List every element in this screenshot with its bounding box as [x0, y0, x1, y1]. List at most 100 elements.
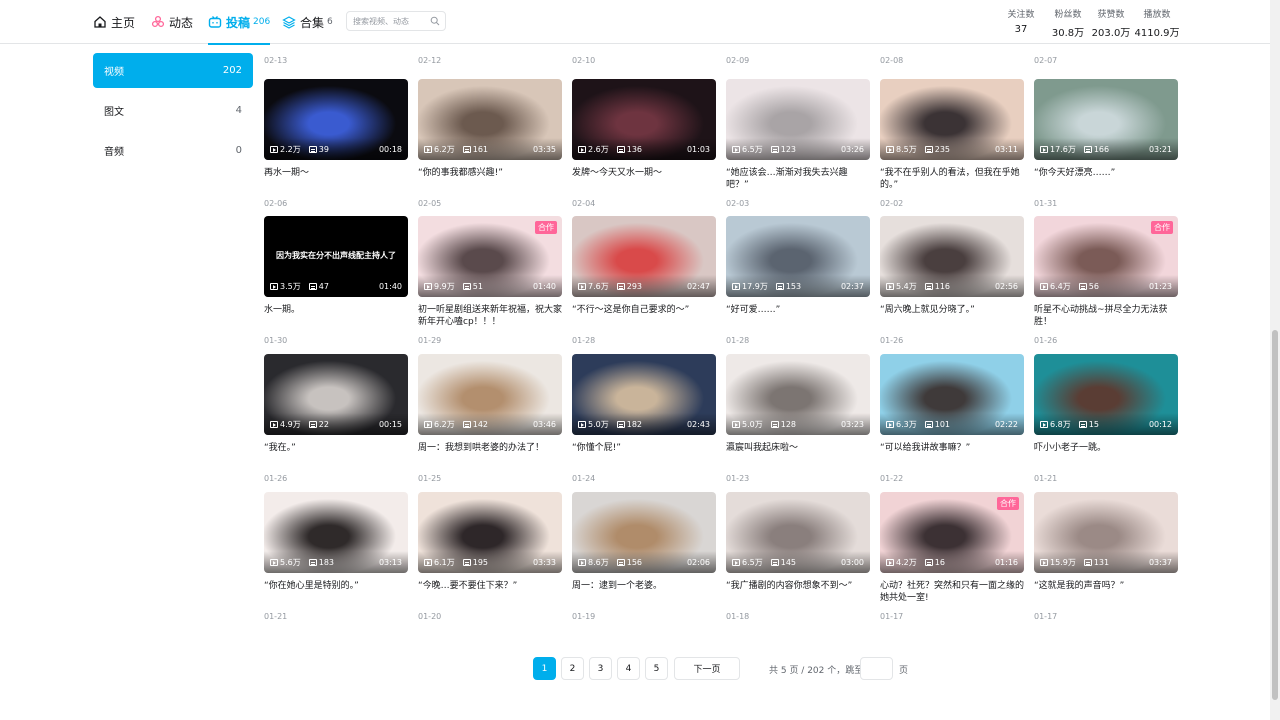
video-card[interactable]: 5.4万 116 02:56 “周六晚上就见分晓了。” 01-26	[880, 216, 1024, 345]
video-thumbnail[interactable]: 合作 9.9万 51 01:40	[418, 216, 562, 297]
video-title[interactable]: 水一期。	[264, 304, 408, 328]
video-card[interactable]: 2.2万 39 00:18 再水一期～ 02-06	[264, 79, 408, 208]
video-title[interactable]: “可以给我讲故事嘛？”	[880, 442, 1024, 466]
video-thumbnail[interactable]: 合作 4.2万 16 01:16	[880, 492, 1024, 573]
video-title[interactable]: 周一：我想到哄老婆的办法了！	[418, 442, 562, 466]
nav-dynamic[interactable]: 动态	[151, 0, 193, 44]
video-title[interactable]: 瀛宸叫我起床啦～	[726, 442, 870, 466]
danmaku-count: 183	[308, 558, 334, 567]
video-title[interactable]: “不行～这是你自己要求的～”	[572, 304, 716, 328]
video-card[interactable]: 6.1万 195 03:33 “今晚…要不要住下来？” 01-20	[418, 492, 562, 621]
video-card[interactable]: 因为我实在分不出声线配主持人了 3.5万 47 01:40 水一期。 01-30	[264, 216, 408, 345]
video-title[interactable]: “你懂个屁!”	[572, 442, 716, 466]
video-thumbnail[interactable]: 5.4万 116 02:56	[880, 216, 1024, 297]
video-thumbnail[interactable]: 7.6万 293 02:47	[572, 216, 716, 297]
sidebar-item-article[interactable]: 图文 4	[93, 93, 253, 128]
video-title[interactable]: 初一听星剧组送来新年祝福，祝大家新年开心嗑cp！！！	[418, 304, 562, 328]
video-card[interactable]: 15.9万 131 03:37 “这就是我的声音吗？” 01-17	[1034, 492, 1178, 621]
page-button-4[interactable]: 4	[617, 657, 640, 680]
video-card[interactable]: 5.0万 128 03:23 瀛宸叫我起床啦～ 01-23	[726, 354, 870, 483]
search-input[interactable]: 搜索视频、动态	[346, 11, 446, 31]
video-title[interactable]: 周一：逮到一个老婆。	[572, 580, 716, 604]
video-card[interactable]: 合作 4.2万 16 01:16 心动？社死？突然和只有一面之缘的她共处一室! 01-17	[880, 492, 1024, 621]
video-thumbnail[interactable]: 6.8万 15 00:12	[1034, 354, 1178, 435]
danmaku-count: 128	[770, 420, 796, 429]
nav-uploads[interactable]: 投稿 206	[208, 0, 271, 45]
video-card[interactable]: 5.0万 182 02:43 “你懂个屁!” 01-24	[572, 354, 716, 483]
video-card[interactable]: 6.5万 123 03:26 “她应该会…渐渐对我失去兴趣吧？” 02-03	[726, 79, 870, 208]
danmaku-icon	[308, 421, 317, 428]
play-count: 5.0万	[732, 419, 763, 430]
video-thumbnail[interactable]: 6.2万 142 03:46	[418, 354, 562, 435]
video-thumbnail[interactable]: 8.6万 156 02:06	[572, 492, 716, 573]
video-thumbnail[interactable]: 2.2万 39 00:18	[264, 79, 408, 160]
video-thumbnail[interactable]: 4.9万 22 00:15	[264, 354, 408, 435]
video-card[interactable]: 6.5万 145 03:00 “我广播剧的内容你想象不到～” 01-18	[726, 492, 870, 621]
video-meta: 5.0万 128 03:23	[732, 419, 864, 430]
video-card[interactable]: 17.6万 166 03:21 “你今天好漂亮……” 01-31	[1034, 79, 1178, 208]
video-thumbnail[interactable]: 6.3万 101 02:22	[880, 354, 1024, 435]
stat-followers[interactable]: 粉丝数 30.8万	[1048, 7, 1088, 39]
nav-home[interactable]: 主页	[93, 0, 135, 44]
video-title[interactable]: 吓小小老子一跳。	[1034, 442, 1178, 466]
video-title[interactable]: “我广播剧的内容你想象不到～”	[726, 580, 870, 604]
video-card[interactable]: 6.8万 15 00:12 吓小小老子一跳。 01-21	[1034, 354, 1178, 483]
video-thumbnail[interactable]: 因为我实在分不出声线配主持人了 3.5万 47 01:40	[264, 216, 408, 297]
video-thumbnail[interactable]: 8.5万 235 03:11	[880, 79, 1024, 160]
video-card[interactable]: 2.6万 136 01:03 发牌～今天又水一期～ 02-04	[572, 79, 716, 208]
video-title[interactable]: “你在她心里是特别的。”	[264, 580, 408, 604]
scrollbar[interactable]	[1270, 0, 1280, 720]
video-thumbnail[interactable]: 5.0万 128 03:23	[726, 354, 870, 435]
video-thumbnail[interactable]: 合作 6.4万 56 01:23	[1034, 216, 1178, 297]
page-button-1[interactable]: 1	[533, 657, 556, 680]
video-title[interactable]: 发牌～今天又水一期～	[572, 167, 716, 191]
video-thumbnail[interactable]: 15.9万 131 03:37	[1034, 492, 1178, 573]
video-card[interactable]: 合作 9.9万 51 01:40 初一听星剧组送来新年祝福，祝大家新年开心嗑cp！！！ 0…	[418, 216, 562, 345]
video-title[interactable]: “你今天好漂亮……”	[1034, 167, 1178, 191]
video-title[interactable]: “这就是我的声音吗？”	[1034, 580, 1178, 604]
video-card[interactable]: 6.2万 142 03:46 周一：我想到哄老婆的办法了！ 01-25	[418, 354, 562, 483]
video-title[interactable]: “我不在乎别人的看法，但我在乎她的。”	[880, 167, 1024, 191]
video-title[interactable]: 心动？社死？突然和只有一面之缘的她共处一室!	[880, 580, 1024, 604]
video-title[interactable]: “她应该会…渐渐对我失去兴趣吧？”	[726, 167, 870, 191]
sidebar-item-video[interactable]: 视频 202	[93, 53, 253, 88]
video-card[interactable]: 8.6万 156 02:06 周一：逮到一个老婆。 01-19	[572, 492, 716, 621]
video-card[interactable]: 合作 6.4万 56 01:23 听星不心动挑战~拼尽全力无法获胜！ 01-26	[1034, 216, 1178, 345]
stat-following[interactable]: 关注数 37	[1003, 7, 1039, 35]
page-button-3[interactable]: 3	[589, 657, 612, 680]
video-meta: 6.1万 195 03:33	[424, 557, 556, 568]
video-thumbnail[interactable]: 6.5万 123 03:26	[726, 79, 870, 160]
video-card[interactable]: 8.5万 235 03:11 “我不在乎别人的看法，但我在乎她的。” 02-02	[880, 79, 1024, 208]
video-thumbnail[interactable]: 6.2万 161 03:35	[418, 79, 562, 160]
video-thumbnail[interactable]: 5.6万 183 03:13	[264, 492, 408, 573]
video-card[interactable]: 4.9万 22 00:15 “我在。” 01-26	[264, 354, 408, 483]
page-button-2[interactable]: 2	[561, 657, 584, 680]
video-card[interactable]: 7.6万 293 02:47 “不行～这是你自己要求的～” 01-28	[572, 216, 716, 345]
video-card[interactable]: 6.3万 101 02:22 “可以给我讲故事嘛？” 01-22	[880, 354, 1024, 483]
video-title[interactable]: 听星不心动挑战~拼尽全力无法获胜！	[1034, 304, 1178, 328]
video-card[interactable]: 5.6万 183 03:13 “你在她心里是特别的。” 01-21	[264, 492, 408, 621]
page-jump-input[interactable]	[860, 657, 893, 680]
danmaku-count-value: 101	[934, 420, 951, 429]
video-title[interactable]: “我在。”	[264, 442, 408, 466]
video-thumbnail[interactable]: 2.6万 136 01:03	[572, 79, 716, 160]
video-card[interactable]: 17.9万 153 02:37 “好可爱……” 01-28	[726, 216, 870, 345]
video-thumbnail[interactable]: 5.0万 182 02:43	[572, 354, 716, 435]
video-title[interactable]: “周六晚上就见分晓了。”	[880, 304, 1024, 328]
video-card[interactable]: 6.2万 161 03:35 “你的事我都感兴趣!” 02-05	[418, 79, 562, 208]
video-date: 02-09	[726, 56, 750, 65]
search-icon[interactable]	[430, 16, 440, 26]
nav-collections[interactable]: 合集 6	[282, 0, 333, 44]
sidebar-item-audio[interactable]: 音频 0	[93, 133, 253, 168]
video-thumbnail[interactable]: 17.9万 153 02:37	[726, 216, 870, 297]
video-title[interactable]: 再水一期～	[264, 167, 408, 191]
video-thumbnail[interactable]: 6.1万 195 03:33	[418, 492, 562, 573]
scrollbar-thumb[interactable]	[1272, 330, 1278, 700]
video-title[interactable]: “你的事我都感兴趣!”	[418, 167, 562, 191]
next-page-button[interactable]: 下一页	[674, 657, 740, 680]
video-thumbnail[interactable]: 6.5万 145 03:00	[726, 492, 870, 573]
page-button-5[interactable]: 5	[645, 657, 668, 680]
video-title[interactable]: “今晚…要不要住下来？”	[418, 580, 562, 604]
video-title[interactable]: “好可爱……”	[726, 304, 870, 328]
video-thumbnail[interactable]: 17.6万 166 03:21	[1034, 79, 1178, 160]
